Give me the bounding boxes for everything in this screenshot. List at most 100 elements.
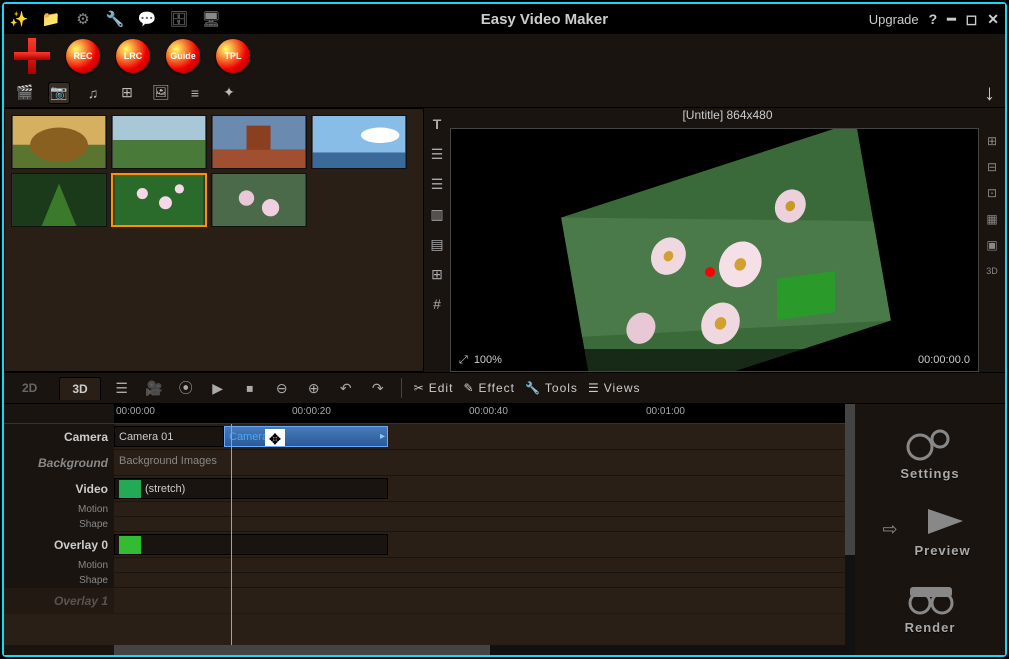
- columns-icon[interactable]: ▥: [427, 204, 447, 224]
- pivot-marker[interactable]: [705, 267, 715, 277]
- text-tab-icon[interactable]: ⊞: [116, 82, 138, 104]
- layout-tool-icon[interactable]: ⊡: [983, 184, 1001, 202]
- thumbnail[interactable]: [111, 115, 207, 169]
- media-gallery: [4, 108, 424, 372]
- arrow-right-icon: ⇨: [882, 519, 897, 540]
- panel-tool-icon[interactable]: ▦: [983, 210, 1001, 228]
- folder-icon[interactable]: 📁: [42, 10, 60, 28]
- effect-menu[interactable]: ✎Effect: [463, 381, 515, 395]
- preview-viewport[interactable]: ⤢ 100% 00:00:00.0: [450, 128, 979, 372]
- grid-icon[interactable]: ⊞: [427, 264, 447, 284]
- hash-icon[interactable]: #: [427, 294, 447, 314]
- clip-camera-1[interactable]: Camera 01: [114, 426, 224, 447]
- minimize-button[interactable]: ━: [947, 11, 955, 28]
- clip-video[interactable]: (stretch): [114, 478, 388, 499]
- track-label-overlay1: Overlay 1: [4, 588, 114, 613]
- chat-icon[interactable]: 💬: [138, 10, 156, 28]
- thumbnail[interactable]: [11, 115, 107, 169]
- plugin-tab-icon[interactable]: ✦: [218, 82, 240, 104]
- edit-menu[interactable]: ✂Edit: [414, 381, 454, 395]
- timeline-ruler[interactable]: 00:00:00 00:00:20 00:00:40 00:01:00: [4, 404, 845, 424]
- download-icon[interactable]: ↓: [984, 80, 995, 106]
- align-center-icon[interactable]: ☰: [427, 174, 447, 194]
- snap-tool-icon[interactable]: ⊟: [983, 158, 1001, 176]
- stop-icon[interactable]: ⏹: [239, 377, 261, 399]
- clip-overlay0[interactable]: [114, 534, 388, 555]
- thumbnail[interactable]: [211, 115, 307, 169]
- timeline-tracks: Camera Camera 01 Camera 02 ✥ Background …: [4, 424, 845, 645]
- wand-icon[interactable]: ✨: [10, 10, 28, 28]
- thumbnail-selected[interactable]: [111, 173, 207, 227]
- background-placeholder: Background Images: [114, 450, 845, 472]
- camera-icon[interactable]: 🎥: [143, 377, 165, 399]
- tpl-button[interactable]: TPL: [216, 39, 250, 73]
- align-left-icon[interactable]: ☰: [427, 144, 447, 164]
- app-title: Easy Video Maker: [232, 11, 857, 28]
- zoom-level: 100%: [474, 354, 502, 366]
- zoom-out-icon[interactable]: ⊖: [271, 377, 293, 399]
- clip-thumb-icon: [119, 536, 141, 554]
- track-label-motion2: Motion: [4, 558, 114, 572]
- preview-tools: ⊞ ⊟ ⊡ ▦ ▣ 3D: [979, 128, 1005, 372]
- undo-icon[interactable]: ↶: [335, 377, 357, 399]
- zoom-in-icon[interactable]: ⊕: [303, 377, 325, 399]
- fullscreen-icon[interactable]: ⤢: [459, 354, 468, 367]
- playhead[interactable]: [231, 424, 232, 645]
- timeline-vscroll[interactable]: [845, 404, 855, 655]
- image-tab-icon[interactable]: 🖼: [150, 82, 172, 104]
- render-button[interactable]: Render: [895, 578, 965, 635]
- video-tab-icon[interactable]: 🎬: [14, 82, 36, 104]
- photo-tab-icon[interactable]: 📷: [48, 82, 70, 104]
- preview-timecode: 00:00:00.0: [918, 354, 970, 366]
- text-tool-icon[interactable]: T: [427, 114, 447, 134]
- thumbnail[interactable]: [11, 173, 107, 227]
- guide-button[interactable]: Guide: [166, 39, 200, 73]
- preview-button[interactable]: Preview: [908, 501, 978, 558]
- rec-button[interactable]: REC: [66, 39, 100, 73]
- box3d-tool-icon[interactable]: ▣: [983, 236, 1001, 254]
- text-tools: T ☰ ☰ ▥ ▤ ⊞ #: [424, 108, 450, 372]
- play-icon[interactable]: ▶: [207, 377, 229, 399]
- settings-button[interactable]: Settings: [895, 424, 965, 481]
- tools-menu[interactable]: 🔧Tools: [525, 381, 578, 395]
- upgrade-link[interactable]: Upgrade: [869, 12, 919, 27]
- wrench-icon[interactable]: 🔧: [106, 10, 124, 28]
- track-label-camera: Camera: [4, 424, 114, 449]
- mode3d-tool-icon[interactable]: 3D: [983, 262, 1001, 280]
- tab-2d[interactable]: 2D: [10, 377, 49, 399]
- prev-icon[interactable]: ⦿: [175, 377, 197, 399]
- grid-tool-icon[interactable]: ⊞: [983, 132, 1001, 150]
- views-menu[interactable]: ☰Views: [588, 381, 641, 395]
- move-cursor-icon: ✥: [265, 429, 285, 447]
- preview-title: [Untitle] 864x480: [450, 108, 1005, 128]
- timeline-toolbar: 2D 3D ☰ 🎥 ⦿ ▶ ⏹ ⊖ ⊕ ↶ ↷ ✂Edit ✎Effect 🔧T…: [4, 372, 1005, 404]
- menu-icon[interactable]: ☰: [111, 377, 133, 399]
- timeline-hscroll[interactable]: [4, 645, 845, 655]
- add-button[interactable]: [14, 38, 50, 74]
- monitor-icon[interactable]: 🖥: [202, 10, 220, 28]
- close-button[interactable]: ✕: [987, 11, 999, 28]
- clip-camera-2[interactable]: Camera 02 ✥: [224, 426, 388, 447]
- track-label-overlay0: Overlay 0: [4, 532, 114, 557]
- redo-icon[interactable]: ↷: [367, 377, 389, 399]
- track-label-motion: Motion: [4, 502, 114, 516]
- maximize-button[interactable]: ◻: [966, 11, 978, 28]
- main-toolbar: REC LRC Guide TPL: [4, 34, 1005, 78]
- media-type-tabs: 🎬 📷 ♫ ⊞ 🖼 ≡ ✦ ↓: [4, 78, 1005, 108]
- list-tab-icon[interactable]: ≡: [184, 82, 206, 104]
- lrc-button[interactable]: LRC: [116, 39, 150, 73]
- track-label-background: Background: [4, 450, 114, 475]
- action-panel: Settings ⇨ Preview Render: [855, 404, 1005, 655]
- gear-icon[interactable]: ⚙: [74, 10, 92, 28]
- thumbnail[interactable]: [211, 173, 307, 227]
- help-button[interactable]: ?: [929, 11, 938, 27]
- thumbnail[interactable]: [311, 115, 407, 169]
- titlebar: ✨ 📁 ⚙ 🔧 💬 🗄 🖥 Easy Video Maker Upgrade ?…: [4, 4, 1005, 34]
- clip-thumb-icon: [119, 480, 141, 498]
- music-tab-icon[interactable]: ♫: [82, 82, 104, 104]
- database-icon[interactable]: 🗄: [170, 10, 188, 28]
- rows-icon[interactable]: ▤: [427, 234, 447, 254]
- track-label-video: Video: [4, 476, 114, 501]
- track-label-shape: Shape: [4, 517, 114, 531]
- tab-3d[interactable]: 3D: [59, 377, 100, 400]
